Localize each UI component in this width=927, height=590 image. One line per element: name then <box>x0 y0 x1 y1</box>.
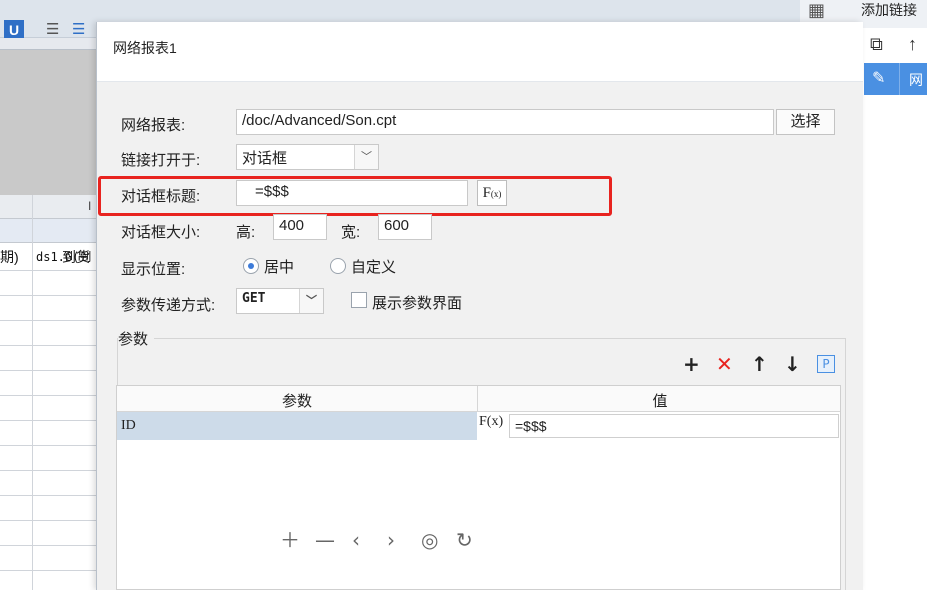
copy-icon[interactable]: ⧉ <box>870 34 883 55</box>
hyperlink-list-item-label: 网 <box>909 72 923 88</box>
sheet-cell[interactable]: 期) <box>0 247 19 267</box>
move-up-icon[interactable]: ↑ <box>751 354 768 374</box>
spreadsheet: I 到货 期) ds1.G(到 <box>0 195 96 590</box>
param-method-select[interactable]: GET ﹀ <box>236 288 324 314</box>
arrow-up-icon[interactable]: ↑ <box>908 34 917 55</box>
param-value-field[interactable]: =$$$ <box>509 414 839 438</box>
dialog-title: 网络报表1 <box>113 40 177 56</box>
position-custom-radio[interactable] <box>330 258 346 274</box>
chevron-right-icon[interactable]: › <box>387 530 395 550</box>
chevron-left-icon[interactable]: ‹ <box>352 530 360 550</box>
chevron-down-icon[interactable]: ﹀ <box>354 145 378 169</box>
dialog-size-label: 对话框大小: <box>121 224 201 241</box>
row-divider <box>0 320 96 321</box>
param-name-cell[interactable]: ID <box>117 412 477 440</box>
sheet-cell[interactable]: ds1.G(到 <box>36 248 91 265</box>
row-divider <box>0 270 96 271</box>
add-icon[interactable]: + <box>683 354 700 374</box>
parameter-icon[interactable]: P <box>817 355 835 373</box>
formula-icon[interactable]: F(x) <box>479 414 507 438</box>
ruler <box>0 38 96 50</box>
row-divider <box>0 295 96 296</box>
height-label: 高: <box>236 224 256 241</box>
height-field[interactable]: 400 <box>273 214 327 240</box>
right-panel-title: 添加链接 <box>861 2 917 18</box>
report-path-field[interactable]: /doc/Advanced/Son.cpt <box>236 109 774 135</box>
row-separator <box>899 63 900 95</box>
table-row[interactable]: ID F(x) =$$$ <box>117 412 840 440</box>
report-label: 网络报表: <box>121 117 186 134</box>
canvas-area <box>0 50 96 195</box>
params-table: 参数 值 ID F(x) =$$$ <box>116 385 841 590</box>
align-left-icon[interactable]: ☰ <box>46 20 59 38</box>
dialog-titlebar: 网络报表1 <box>97 22 863 82</box>
row-divider <box>0 570 96 571</box>
width-field[interactable]: 600 <box>378 214 432 240</box>
column-header-value: 值 <box>652 393 668 410</box>
highlight-box <box>98 176 612 216</box>
zoom-out-icon[interactable]: — <box>315 530 335 550</box>
column-divider <box>477 386 478 412</box>
fit-to-screen-icon[interactable]: ◎ <box>421 530 438 550</box>
show-params-checkbox[interactable] <box>351 292 367 308</box>
pencil-icon[interactable]: ✎ <box>872 68 885 88</box>
open-in-value: 对话框 <box>242 150 288 167</box>
position-center-label[interactable]: 居中 <box>264 256 294 277</box>
column-divider <box>32 195 33 590</box>
row-divider <box>0 420 96 421</box>
hyperlink-panel <box>862 28 927 590</box>
row-divider <box>0 445 96 446</box>
chevron-down-icon[interactable]: ﹀ <box>299 289 323 313</box>
rotate-icon[interactable]: ↻ <box>456 530 473 550</box>
grid-icon[interactable]: ▦ <box>808 0 825 21</box>
params-group-title: 参数 <box>118 328 155 349</box>
row-divider <box>0 470 96 471</box>
column-header: I <box>0 195 96 219</box>
select-button[interactable]: 选择 <box>776 109 835 135</box>
width-label: 宽: <box>341 224 361 241</box>
zoom-in-icon[interactable]: ＋ <box>280 530 300 550</box>
param-method-label: 参数传递方式: <box>121 297 216 314</box>
delete-icon[interactable]: ✕ <box>716 354 733 374</box>
param-method-value: GET <box>242 291 266 306</box>
row-divider <box>0 545 96 546</box>
column-letter: I <box>88 199 92 213</box>
header-row: 到货 <box>0 219 96 265</box>
params-table-header: 参数 值 <box>117 386 840 412</box>
open-in-label: 链接打开于: <box>121 152 201 169</box>
row-divider <box>0 520 96 521</box>
position-custom-label[interactable]: 自定义 <box>351 256 396 277</box>
show-params-label[interactable]: 展示参数界面 <box>372 292 462 313</box>
move-down-icon[interactable]: ↓ <box>784 354 801 374</box>
underline-button[interactable]: U <box>4 20 24 40</box>
position-center-radio[interactable] <box>243 258 259 274</box>
column-header-param: 参数 <box>281 393 312 410</box>
row-divider <box>0 345 96 346</box>
row-divider <box>0 370 96 371</box>
open-in-select[interactable]: 对话框 ﹀ <box>236 144 379 170</box>
position-label: 显示位置: <box>121 261 186 278</box>
row-divider <box>0 395 96 396</box>
align-center-icon[interactable]: ☰ <box>72 20 85 38</box>
row-divider <box>0 495 96 496</box>
